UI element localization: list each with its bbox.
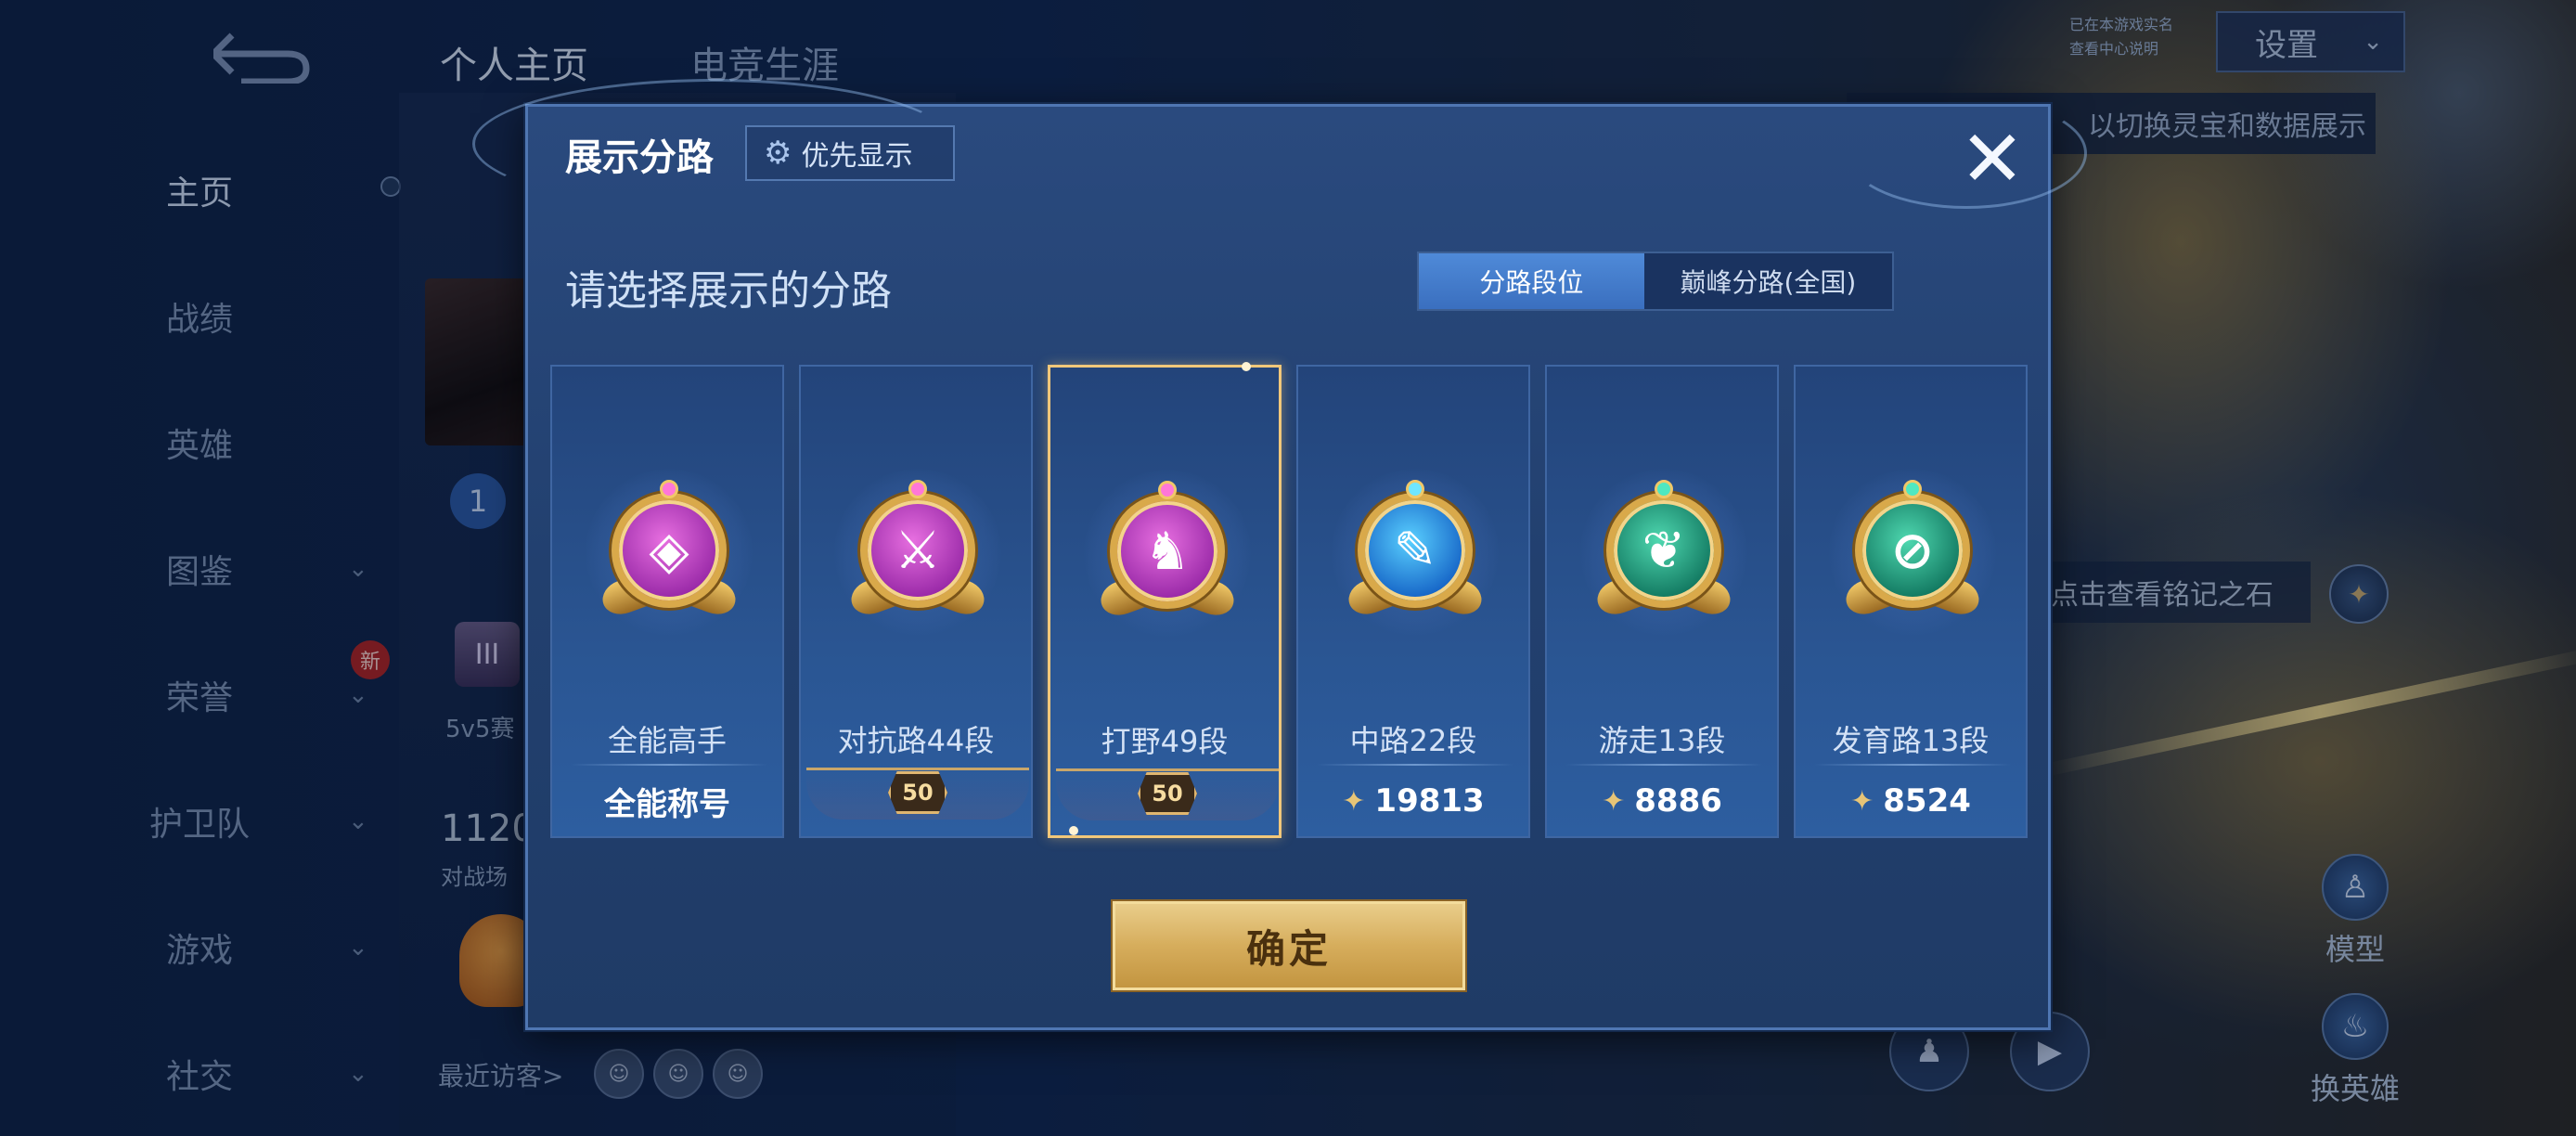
lane-display-dialog: 展示分路 ⚙ 优先显示 ✕ 请选择展示的分路 分路段位 巅峰分路(全国) ◈ 全… [472, 79, 2087, 1030]
all-round-emblem-icon: ◈ [612, 493, 727, 608]
toggle-lane-rank[interactable]: 分路段位 [1419, 253, 1644, 309]
lane-card-label: 中路22段 [1349, 723, 1477, 758]
lane-card-all-round[interactable]: ◈ 全能高手 全能称号 [550, 365, 784, 838]
roam-emblem-icon: ❦ [1606, 493, 1721, 608]
peak-score-icon: ✦ [1342, 784, 1366, 818]
mid-lane-emblem-icon: ✎ [1358, 493, 1473, 608]
peak-score-icon: ✦ [1602, 784, 1626, 818]
toggle-peak-lane[interactable]: 巅峰分路(全国) [1643, 253, 1892, 309]
gear-icon: ⚙ [764, 135, 792, 172]
star-badge: 50 [1138, 772, 1197, 815]
lane-card-label: 发育路13段 [1832, 723, 1990, 758]
lane-card-value: ✦ 8524 [1850, 782, 1971, 820]
lane-card-value: 全能称号 [604, 785, 730, 823]
lane-card-value: ✦ 8886 [1602, 782, 1722, 820]
lane-card-value: ✦ 19813 [1342, 782, 1485, 820]
lane-card-mid[interactable]: ✎ 中路22段 ✦ 19813 [1296, 365, 1530, 838]
jungle-emblem-icon: ♞ [1110, 494, 1225, 609]
lane-card-jungle[interactable]: ♞ 打野49段 50 [1048, 362, 1282, 838]
priority-display-button[interactable]: ⚙ 优先显示 [745, 125, 955, 181]
dialog-subtitle: 请选择展示的分路 [565, 267, 892, 315]
lane-card-roam[interactable]: ❦ 游走13段 ✦ 8886 [1545, 365, 1779, 838]
lane-card-label: 全能高手 [607, 723, 727, 758]
clash-lane-emblem-icon: ⚔ [860, 493, 975, 608]
confirm-button[interactable]: 确定 [1113, 901, 1465, 990]
lane-card-label: 对抗路44段 [837, 723, 995, 758]
close-icon: ✕ [1959, 113, 2026, 204]
lane-mode-toggle: 分路段位 巅峰分路(全国) [1417, 252, 1894, 311]
peak-score-icon: ✦ [1850, 784, 1874, 818]
lane-card-farm[interactable]: ⊘ 发育路13段 ✦ 8524 [1794, 365, 2028, 838]
close-button[interactable]: ✕ [1953, 120, 2031, 198]
farm-lane-emblem-icon: ⊘ [1855, 493, 1970, 608]
lane-card-label: 打野49段 [1101, 724, 1229, 759]
star-badge: 50 [888, 771, 947, 814]
lane-card-clash[interactable]: ⚔ 对抗路44段 50 [799, 365, 1033, 838]
lane-card-label: 游走13段 [1598, 723, 1726, 758]
dialog-title: 展示分路 [565, 136, 714, 179]
